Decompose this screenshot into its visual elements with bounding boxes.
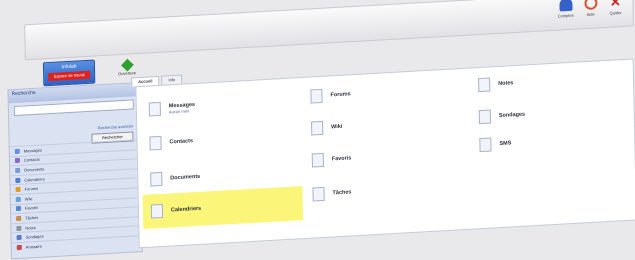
logo-subtitle: Espace de travail xyxy=(48,70,91,82)
tile-icon xyxy=(312,186,325,202)
sidebar-item-label: Tâches xyxy=(25,214,39,221)
tile-icon xyxy=(479,137,492,153)
sidebar-item-label: Messages xyxy=(23,147,43,154)
tile-sublabel: Aucun mail xyxy=(168,107,189,114)
sidebar-item-icon xyxy=(16,215,22,222)
help-button[interactable]: Aide xyxy=(579,0,601,17)
tile-icon xyxy=(149,135,162,151)
tile-icon xyxy=(478,109,492,125)
main-panel: Messages Aucun mail Contacts Documents Calen… xyxy=(135,58,635,249)
sidebar-item-label: Documents xyxy=(24,166,45,173)
close-icon: ✕ xyxy=(609,0,622,10)
sidebar-item-icon xyxy=(16,234,22,241)
tile-label: Wiki xyxy=(331,123,343,131)
sidebar-item-label: Annuaire xyxy=(25,243,42,250)
help-label: Aide xyxy=(586,11,595,17)
tile-icon xyxy=(148,101,161,117)
sidebar-item-icon xyxy=(14,158,21,164)
sidebar-item-icon xyxy=(15,196,21,202)
tile-icon xyxy=(311,152,324,168)
tile-label: Favoris xyxy=(331,155,352,163)
tile-icon xyxy=(310,88,323,104)
tile-icon xyxy=(150,171,163,187)
tile-label: SMS xyxy=(499,140,512,148)
sidebar-item-label: Forums xyxy=(24,186,39,192)
tile-label: Calendriers xyxy=(170,205,202,214)
accounts-label: Comptes xyxy=(557,12,574,19)
open-app-button[interactable]: Ouverture xyxy=(117,58,137,76)
sidebar: Recherche Recherche avancée Rechercher M… xyxy=(7,82,143,260)
top-toolbar: Comptes Aide ✕ Quitter xyxy=(24,0,634,61)
tile-label: Notes xyxy=(498,80,514,87)
sidebar-item-icon xyxy=(15,206,22,212)
sidebar-item-label: Sondages xyxy=(25,233,44,240)
tile-label: Sondages xyxy=(498,111,526,120)
logo-title: Infolab xyxy=(61,63,77,71)
sidebar-item-label: Calendriers xyxy=(24,176,45,183)
quit-button[interactable]: ✕ Quitter xyxy=(604,0,626,16)
tile-icon xyxy=(311,120,324,136)
sidebar-item-icon xyxy=(16,244,22,250)
help-icon xyxy=(583,0,598,11)
tile-label: Tâches xyxy=(332,189,352,197)
tile-label: Documents xyxy=(170,173,201,182)
sidebar-item-icon xyxy=(15,177,21,183)
sidebar-item-icon xyxy=(15,186,21,193)
tile-label: Contacts xyxy=(169,138,194,146)
sidebar-nav: Messages Contacts Documents Calendriers Foru… xyxy=(9,139,142,252)
tile-icon xyxy=(478,77,491,93)
app-logo: Infolab Espace de travail xyxy=(42,59,96,87)
sidebar-item-icon xyxy=(16,225,22,231)
user-icon xyxy=(558,0,573,12)
sidebar-item-icon xyxy=(14,148,20,154)
sidebar-item-icon xyxy=(15,167,21,174)
tile-icon xyxy=(150,203,164,219)
sidebar-item-label: Notes xyxy=(25,224,36,231)
accounts-button[interactable]: Comptes xyxy=(554,0,576,19)
sidebar-item-label: Favoris xyxy=(24,205,39,211)
tile-label: Forums xyxy=(330,91,351,99)
application-window: Comptes Aide ✕ Quitter Infolab Espace de… xyxy=(0,0,635,260)
quit-label: Quitter xyxy=(609,9,622,16)
sidebar-item-label: Wiki xyxy=(24,195,33,202)
sidebar-item-label: Contacts xyxy=(23,157,40,163)
